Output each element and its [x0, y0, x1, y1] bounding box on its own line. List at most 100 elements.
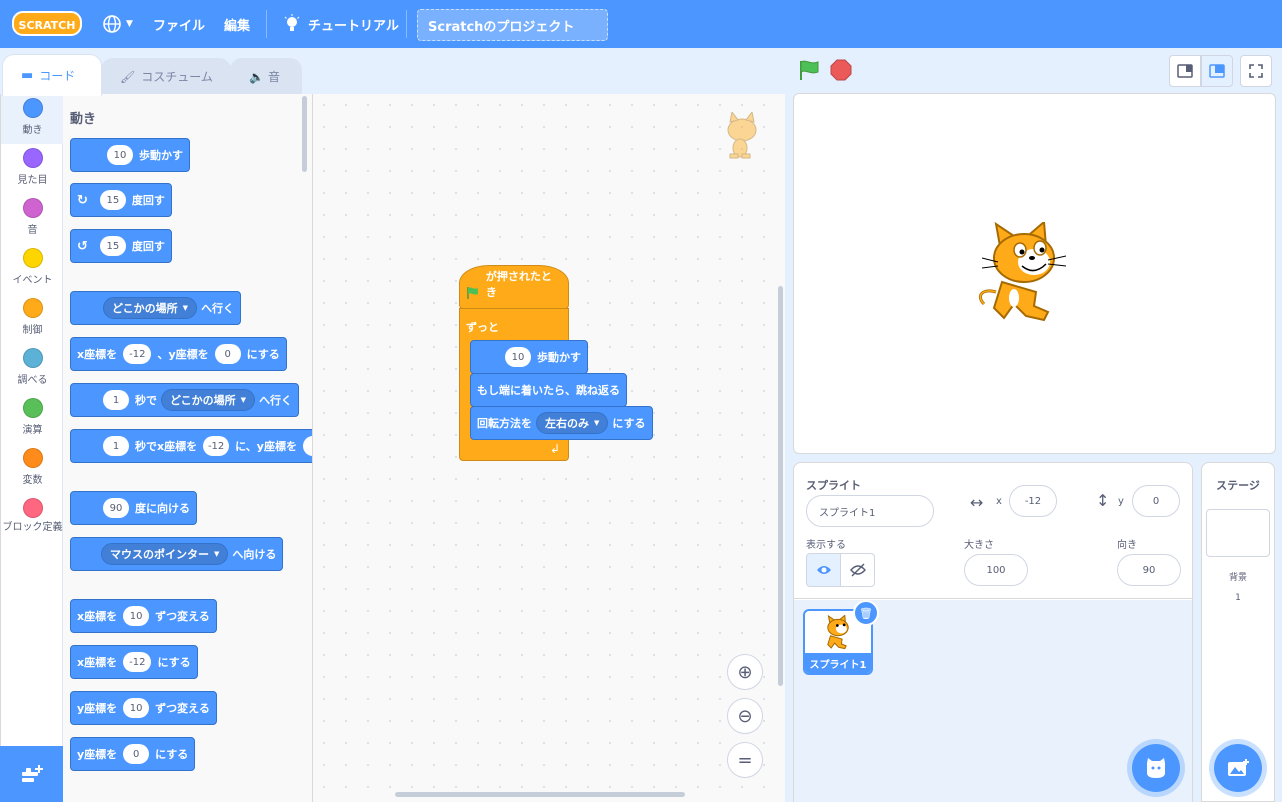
eye-icon [816, 566, 831, 574]
zoom-reset-icon: = [737, 749, 753, 771]
show-label: 表示する [806, 540, 846, 551]
block-move-steps[interactable]: 10 歩動かす [70, 138, 190, 172]
speaker-icon: 🔈 [249, 69, 264, 84]
block-glide-xy[interactable]: 1 秒でx座標を -12 に、y座標を [70, 429, 312, 463]
script-bounce[interactable]: もし端に着いたら、跳ね返る [470, 373, 627, 407]
block-turn-right[interactable]: ↻ 15 度回す [70, 183, 172, 217]
y-label: y [1118, 496, 1124, 507]
zoom-in-button[interactable]: ⊕ [727, 654, 763, 690]
block-go-to[interactable]: どこかの場所 ▼ へ行く [70, 291, 242, 325]
tutorials-label: チュートリアル [308, 18, 399, 34]
image-add-icon [1228, 759, 1249, 776]
lightbulb-icon [284, 14, 300, 31]
green-flag-icon [467, 287, 478, 299]
tab-code[interactable]: ▬ コード [2, 54, 102, 96]
category-operators[interactable]: 演算 [1, 394, 64, 444]
x-label: x [996, 496, 1002, 507]
sprite-thumbnail-label: スプライト1 [805, 653, 871, 673]
scratch-logo[interactable]: SCRATCH [12, 10, 82, 37]
x-input[interactable]: -12 [1009, 485, 1057, 517]
zoom-out-button[interactable]: ⊖ [727, 698, 763, 734]
block-change-x[interactable]: x座標を 10 ずつ変える [70, 599, 217, 633]
cat-thumbnail-icon [827, 615, 849, 650]
when-flag-clicked-block[interactable]: が押されたとき [459, 265, 569, 309]
menu-bar: SCRATCH ▼ ファイル 編集 チュートリアル Scratchのプロジェクト [0, 0, 1282, 48]
project-title-input[interactable]: Scratchのプロジェクト [417, 9, 608, 41]
block-set-x[interactable]: x座標を -12 にする [70, 645, 198, 679]
edit-menu[interactable]: 編集 [224, 0, 250, 48]
sprite-name-input[interactable]: スプライト1 [806, 495, 934, 527]
block-point-direction[interactable]: 90 度に向ける [70, 491, 197, 525]
sprite-heading: スプライト [806, 479, 861, 492]
size-input[interactable]: 100 [964, 554, 1028, 586]
block-set-y[interactable]: y座標を 0 にする [70, 737, 196, 771]
language-menu[interactable]: ▼ [102, 0, 133, 48]
file-menu[interactable]: ファイル [153, 0, 205, 48]
tutorials-button[interactable]: チュートリアル [283, 0, 399, 48]
zoom-in-icon: ⊕ [737, 661, 753, 683]
zoom-reset-button[interactable]: = [727, 742, 763, 778]
tab-costumes[interactable]: 🖌 コスチューム [101, 58, 231, 94]
category-sensing[interactable]: 調べる [1, 344, 64, 394]
vertical-arrows-icon: ↕ [1096, 491, 1110, 510]
rotate-left-icon: ↺ [77, 238, 88, 254]
stage-selector[interactable]: ステージ 背景 1 [1201, 462, 1275, 802]
category-control[interactable]: 制御 [1, 294, 64, 344]
sprite-info: スプライト スプライト1 ↔ x -12 ↕ y 0 表示する 大きさ 100 … [794, 463, 1192, 599]
svg-text:SCRATCH: SCRATCH [19, 19, 76, 32]
hide-sprite-button[interactable] [840, 553, 875, 587]
backdrops-label: 背景 [1228, 573, 1247, 583]
category-variables[interactable]: 変数 [1, 444, 64, 494]
workspace-vertical-scrollbar[interactable] [778, 286, 783, 686]
zoom-out-icon: ⊖ [737, 705, 753, 727]
add-extension-button[interactable] [0, 746, 63, 802]
block-point-towards[interactable]: マウスのポインター ▼ へ向ける [70, 537, 284, 571]
choose-sprite-button[interactable] [1132, 744, 1180, 792]
category-sound[interactable]: 音 [1, 194, 64, 244]
size-label: 大きさ [964, 540, 994, 551]
block-glide-to[interactable]: 1 秒で どこかの場所 ▼ へ行く [70, 383, 300, 417]
brush-icon: 🖌 [120, 69, 136, 84]
category-looks[interactable]: 見た目 [1, 144, 64, 194]
backdrop-thumbnail[interactable] [1206, 509, 1270, 557]
sprite-pane: スプライト スプライト1 ↔ x -12 ↕ y 0 表示する 大きさ 100 … [793, 462, 1193, 802]
green-flag-button[interactable] [797, 58, 821, 82]
trash-icon: 🗑 [859, 606, 873, 620]
direction-input[interactable]: 90 [1117, 554, 1181, 586]
palette-scrollbar[interactable] [302, 96, 307, 172]
cat-sprite[interactable] [974, 222, 1074, 326]
large-stage-icon [1209, 64, 1225, 78]
rotate-right-icon: ↻ [77, 192, 88, 208]
workspace-horizontal-scrollbar[interactable] [395, 792, 685, 797]
small-stage-button[interactable] [1169, 55, 1201, 87]
category-motion[interactable]: 動き [1, 94, 64, 144]
y-input[interactable]: 0 [1132, 485, 1180, 517]
choose-backdrop-button[interactable] [1214, 744, 1262, 792]
tab-costumes-label: コスチューム [141, 70, 213, 84]
stage-canvas[interactable] [793, 93, 1276, 454]
show-sprite-button[interactable] [806, 553, 841, 587]
forever-label: ずっと [466, 321, 499, 334]
fullscreen-button[interactable] [1240, 55, 1272, 87]
block-change-y[interactable]: y座標を 10 ずつ変える [70, 691, 217, 725]
tab-code-label: コード [39, 69, 76, 83]
large-stage-button[interactable] [1201, 55, 1233, 87]
category-events[interactable]: イベント [1, 244, 64, 294]
fullscreen-icon [1249, 64, 1263, 78]
delete-sprite-button[interactable]: 🗑 [853, 600, 879, 626]
stop-button[interactable] [830, 59, 852, 81]
chevron-down-icon: ▼ [126, 19, 133, 29]
palette-heading: 動き [70, 112, 97, 127]
block-turn-left[interactable]: ↺ 15 度回す [70, 229, 172, 263]
when-flag-label: が押されたとき [485, 270, 552, 299]
sprite-watermark-icon [727, 112, 757, 159]
direction-label: 向き [1117, 540, 1137, 551]
tab-sounds[interactable]: 🔈 音 [230, 58, 302, 94]
stage-heading: ステージ [1216, 479, 1260, 492]
category-my-blocks[interactable]: ブロック定義 [1, 494, 64, 550]
code-icon: ▬ [21, 68, 34, 83]
eye-slash-icon [849, 563, 866, 577]
script-move-steps[interactable]: 10 歩動かす [470, 340, 588, 374]
block-go-to-xy[interactable]: x座標を -12 、y座標を 0 にする [70, 337, 287, 371]
script-set-rotation[interactable]: 回転方法を 左右のみ ▼ にする [470, 406, 653, 440]
